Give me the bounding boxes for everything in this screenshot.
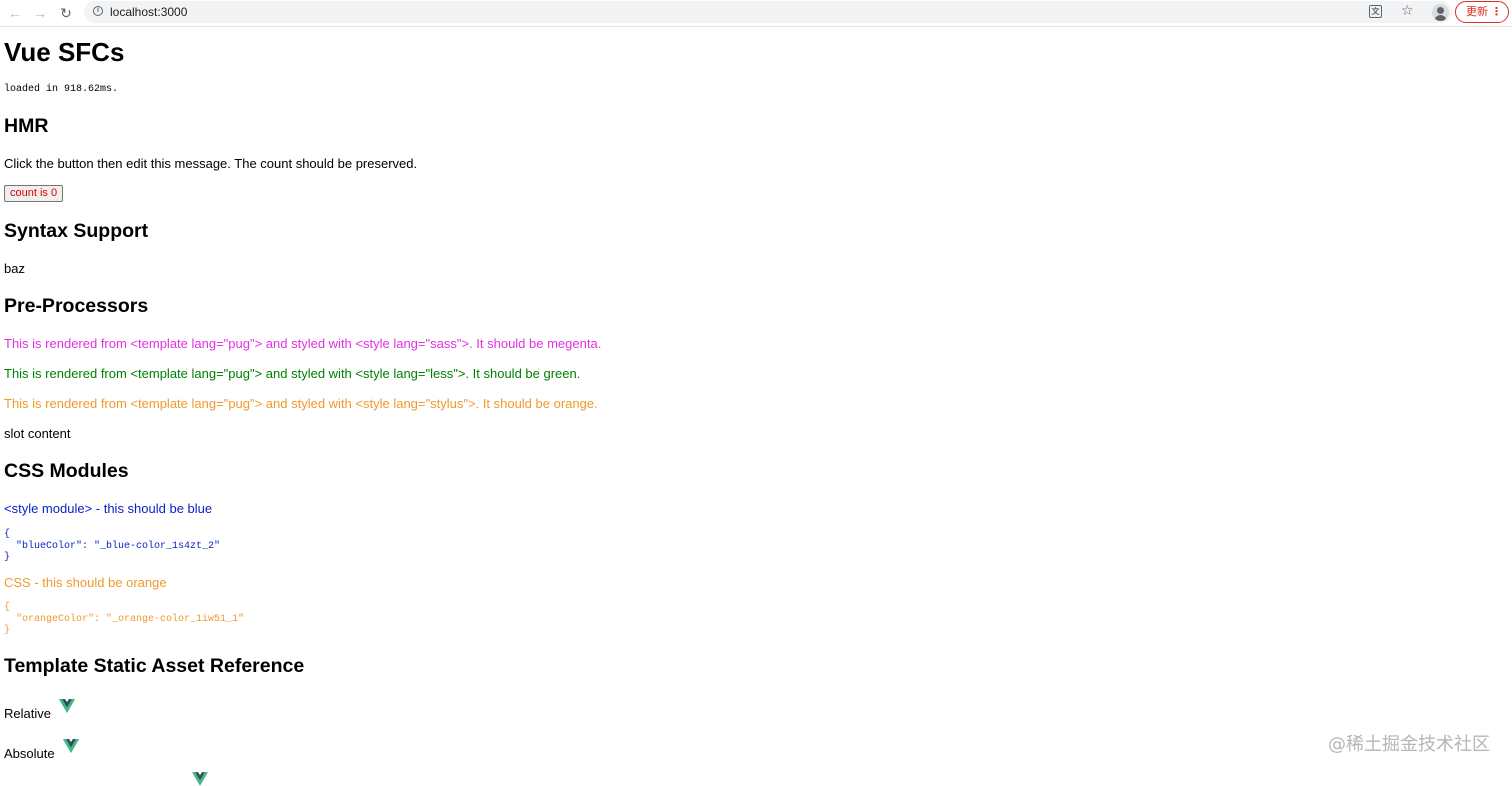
reload-icon[interactable]: ↻ [56, 3, 76, 23]
less-line: This is rendered from <template lang="pu… [4, 366, 581, 381]
load-time-text: loaded in 918.62ms. [4, 84, 119, 95]
module-line: <style module> - this should be blue [4, 501, 213, 516]
relative-label: Relative [4, 706, 51, 721]
vue-logo-partial [192, 772, 208, 786]
vue-logo-relative [59, 699, 75, 713]
bookmark-star-icon[interactable]: ☆ [1401, 3, 1414, 19]
static-asset-heading: Template Static Asset Reference [4, 655, 305, 677]
module-json: { "blueColor": "_blue-color_1s4zt_2" } [4, 529, 221, 563]
address-bar[interactable]: i localhost:3000 文 ☆ [84, 1, 1452, 23]
site-info-icon[interactable]: i [93, 6, 103, 16]
update-button[interactable]: 更新 ⋮ [1455, 1, 1509, 23]
hmr-message: Click the button then edit this message.… [4, 156, 418, 171]
translate-icon[interactable]: 文 [1369, 5, 1382, 18]
browser-toolbar: ← → ↻ i localhost:3000 文 ☆ 更新 ⋮ [0, 0, 1512, 27]
watermark-text: @稀土掘金技术社区 [1328, 734, 1490, 755]
preprocessors-heading: Pre-Processors [4, 295, 149, 317]
slot-content-text: slot content [4, 426, 71, 441]
css-json: { "orangeColor": "_orange-color_1iw51_1"… [4, 602, 245, 636]
url-text[interactable]: localhost:3000 [110, 5, 187, 19]
profile-avatar-icon[interactable] [1432, 4, 1449, 21]
syntax-text: baz [4, 261, 25, 276]
absolute-label: Absolute [4, 746, 55, 761]
vue-logo-absolute [63, 739, 79, 753]
page-title: Vue SFCs [4, 37, 125, 67]
back-arrow-icon[interactable]: ← [5, 3, 25, 23]
stylus-line: This is rendered from <template lang="pu… [4, 396, 598, 411]
count-button[interactable]: count is 0 [4, 185, 64, 202]
forward-arrow-icon[interactable]: → [30, 3, 50, 23]
sass-line: This is rendered from <template lang="pu… [4, 336, 602, 351]
css-modules-heading: CSS Modules [4, 460, 129, 482]
menu-dots-icon: ⋮ [1491, 5, 1502, 18]
hmr-heading: HMR [4, 115, 49, 137]
update-button-label: 更新 [1466, 5, 1488, 18]
syntax-heading: Syntax Support [4, 220, 149, 242]
css-line: CSS - this should be orange [4, 575, 167, 590]
